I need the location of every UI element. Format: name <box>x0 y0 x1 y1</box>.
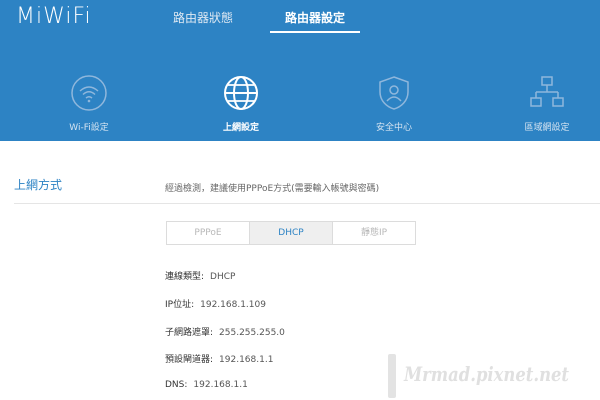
dns-value: 192.168.1.1 <box>193 380 248 390</box>
nav-item-wifi[interactable]: Wi-Fi設定 <box>39 74 139 134</box>
nav-label-wifi: Wi-Fi設定 <box>69 123 109 133</box>
section-title: 上網方式 <box>14 178 63 192</box>
watermark: Mrmad.pixnet.net <box>380 352 600 400</box>
info-row-dns: DNS: 192.168.1.1 <box>165 380 248 390</box>
nav-label-security: 安全中心 <box>375 123 412 133</box>
info-row-gateway: 預設閘道器: 192.168.1.1 <box>165 352 273 365</box>
mask-value: 255.255.255.0 <box>219 328 285 338</box>
tab-router-status[interactable]: 路由器狀態 <box>160 10 246 32</box>
watermark-bar <box>388 354 396 398</box>
nav-label-lan: 區域網設定 <box>524 123 570 133</box>
mode-pppoe-button[interactable]: PPPoE <box>167 222 250 244</box>
type-label: 連線類型: <box>165 272 205 282</box>
header-bar: MiWiFi 路由器狀態 路由器設定 Wi-Fi設定 上網設定 安全中心 區域網… <box>0 0 600 141</box>
connection-mode-selector: PPPoE DHCP 靜態IP <box>166 221 416 245</box>
nav-item-lan[interactable]: 區域網設定 <box>497 74 597 134</box>
section-description: 經過檢測，建議使用PPPoE方式(需要輸入帳號與密碼) <box>165 184 380 194</box>
shield-user-icon <box>379 76 409 110</box>
gateway-label: 預設閘道器: <box>165 355 214 365</box>
miwifi-logo: MiWiFi <box>16 4 92 29</box>
type-value: DHCP <box>210 272 236 282</box>
gateway-value: 192.168.1.1 <box>219 355 274 365</box>
nav-item-internet[interactable]: 上網設定 <box>191 74 291 134</box>
nav-label-internet: 上網設定 <box>222 123 259 133</box>
dns-label: DNS: <box>165 380 188 390</box>
watermark-text: Mrmad.pixnet.net <box>404 362 570 386</box>
mask-label: 子網路遮罩: <box>165 328 214 338</box>
info-row-mask: 子網路遮罩: 255.255.255.0 <box>165 325 285 338</box>
ip-value: 192.168.1.109 <box>200 300 266 310</box>
globe-icon <box>224 76 258 110</box>
info-row-ip: IP位址: 192.168.1.109 <box>165 297 266 310</box>
ip-label: IP位址: <box>165 300 195 310</box>
info-row-type: 連線類型: DHCP <box>165 269 235 282</box>
mode-static-ip-button[interactable]: 靜態IP <box>333 222 415 244</box>
lan-icon <box>530 76 564 107</box>
section-divider <box>14 203 600 204</box>
tab-router-settings[interactable]: 路由器設定 <box>270 10 360 33</box>
nav-item-security[interactable]: 安全中心 <box>344 74 444 134</box>
wifi-icon <box>71 75 107 111</box>
mode-dhcp-button[interactable]: DHCP <box>250 222 333 244</box>
